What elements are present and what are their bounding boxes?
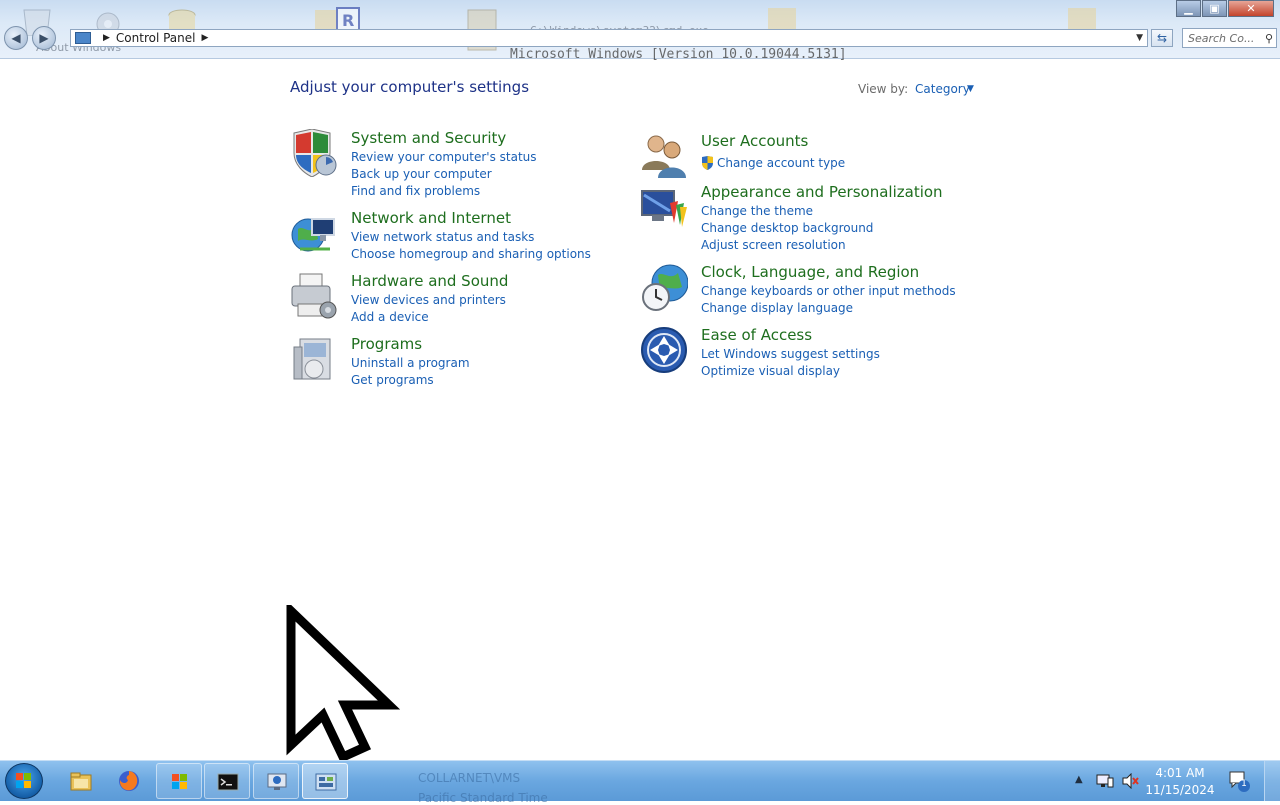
chevron-down-icon[interactable]: ▼ xyxy=(967,84,974,94)
category-heading[interactable]: Appearance and Personalization xyxy=(701,183,943,201)
ghost-host-text: COLLARNET\VMS xyxy=(418,771,521,785)
show-desktop-button[interactable] xyxy=(1264,761,1280,801)
programs-box-icon[interactable] xyxy=(290,335,338,383)
breadcrumb-arrow-icon[interactable]: ▶ xyxy=(103,33,110,43)
taskbar-explorer-button[interactable] xyxy=(58,763,104,799)
control-panel-icon xyxy=(315,773,337,791)
mouse-cursor-icon xyxy=(286,605,400,763)
breadcrumb-control-panel[interactable]: Control Panel xyxy=(116,31,196,45)
category-link[interactable]: Review your computer's status xyxy=(351,150,537,164)
close-button[interactable]: ✕ xyxy=(1228,0,1274,17)
ghost-console-line: Microsoft Windows [Version 10.0.19044.51… xyxy=(510,47,847,62)
category-heading[interactable]: System and Security xyxy=(351,129,506,147)
search-placeholder: Search Co... xyxy=(1188,31,1255,45)
category-link[interactable]: Change account type xyxy=(717,156,845,170)
monitor-paint-icon[interactable] xyxy=(640,183,688,231)
users-icon[interactable] xyxy=(640,132,688,180)
taskbar-windows-button[interactable] xyxy=(156,763,202,799)
category-link[interactable]: Change desktop background xyxy=(701,221,873,235)
category-link[interactable]: Change the theme xyxy=(701,204,813,218)
category-link[interactable]: Optimize visual display xyxy=(701,364,840,378)
shield-icon[interactable] xyxy=(290,129,338,177)
category-link[interactable]: Add a device xyxy=(351,310,429,324)
taskbar: COLLARNET\VMS Pacific Standard Time ▲ 4:… xyxy=(0,760,1280,805)
ghost-timezone-text: Pacific Standard Time xyxy=(418,791,548,805)
forward-button[interactable]: ▶ xyxy=(32,26,56,50)
globe-network-icon[interactable] xyxy=(290,209,338,257)
notification-badge: 1 xyxy=(1241,779,1247,789)
control-panel-icon xyxy=(75,32,91,44)
folder-icon xyxy=(70,772,92,791)
command-prompt-icon xyxy=(217,773,239,791)
address-bar[interactable]: ▶ Control Panel ▶ ▼ xyxy=(70,29,1148,47)
breadcrumb-arrow-icon[interactable]: ▶ xyxy=(202,33,209,43)
taskbar-control-panel-button[interactable] xyxy=(302,763,348,799)
category-link[interactable]: View network status and tasks xyxy=(351,230,534,244)
taskbar-remote-button[interactable] xyxy=(253,763,299,799)
category-link[interactable]: Change keyboards or other input methods xyxy=(701,284,956,298)
windows-logo-icon xyxy=(16,773,31,788)
clock-globe-icon[interactable] xyxy=(640,263,688,311)
category-heading[interactable]: Programs xyxy=(351,335,422,353)
category-heading[interactable]: Network and Internet xyxy=(351,209,511,227)
network-icon[interactable] xyxy=(1096,773,1114,789)
remote-desktop-icon xyxy=(267,773,287,790)
category-link[interactable]: Back up your computer xyxy=(351,167,492,181)
search-icon[interactable]: ⚲ xyxy=(1265,32,1273,45)
taskbar-firefox-button[interactable] xyxy=(106,763,152,799)
maximize-button[interactable]: ▣ xyxy=(1202,0,1227,17)
category-link[interactable]: Uninstall a program xyxy=(351,356,470,370)
show-hidden-icons-button[interactable]: ▲ xyxy=(1075,774,1083,785)
category-link[interactable]: Adjust screen resolution xyxy=(701,238,846,252)
category-link[interactable]: Change display language xyxy=(701,301,853,315)
clock-date[interactable]: 11/15/2024 xyxy=(1145,783,1215,797)
category-link[interactable]: Choose homegroup and sharing options xyxy=(351,247,591,261)
category-link[interactable]: Let Windows suggest settings xyxy=(701,347,880,361)
category-link[interactable]: View devices and printers xyxy=(351,293,506,307)
start-button[interactable] xyxy=(5,763,43,799)
category-heading[interactable]: Hardware and Sound xyxy=(351,272,508,290)
explorer-chrome: R C:\Windows\system32\cmd.exe Microsoft … xyxy=(0,0,1280,62)
category-heading[interactable]: Ease of Access xyxy=(701,326,812,344)
firefox-icon xyxy=(119,771,139,791)
search-input[interactable]: Search Co... ⚲ xyxy=(1182,28,1277,48)
taskbar-cmd-button[interactable] xyxy=(204,763,250,799)
address-history-dropdown-icon[interactable]: ▼ xyxy=(1136,33,1143,43)
minimize-button[interactable]: ▁ xyxy=(1176,0,1201,17)
back-button[interactable]: ◀ xyxy=(4,26,28,50)
ease-of-access-icon[interactable] xyxy=(640,326,688,374)
printer-icon[interactable] xyxy=(290,272,338,320)
clock-time[interactable]: 4:01 AM xyxy=(1145,766,1215,780)
category-heading[interactable]: User Accounts xyxy=(701,132,808,150)
refresh-button[interactable]: ⇆ xyxy=(1151,29,1173,47)
svg-text:R: R xyxy=(342,11,354,30)
volume-muted-icon[interactable] xyxy=(1121,773,1139,789)
view-by-label: View by: xyxy=(858,82,909,96)
category-link[interactable]: Find and fix problems xyxy=(351,184,480,198)
view-by-dropdown[interactable]: Category xyxy=(915,82,970,96)
windows-flag-icon xyxy=(172,774,187,789)
uac-shield-icon xyxy=(702,156,713,170)
category-heading[interactable]: Clock, Language, and Region xyxy=(701,263,919,281)
category-link[interactable]: Get programs xyxy=(351,373,434,387)
page-title: Adjust your computer's settings xyxy=(290,78,530,96)
